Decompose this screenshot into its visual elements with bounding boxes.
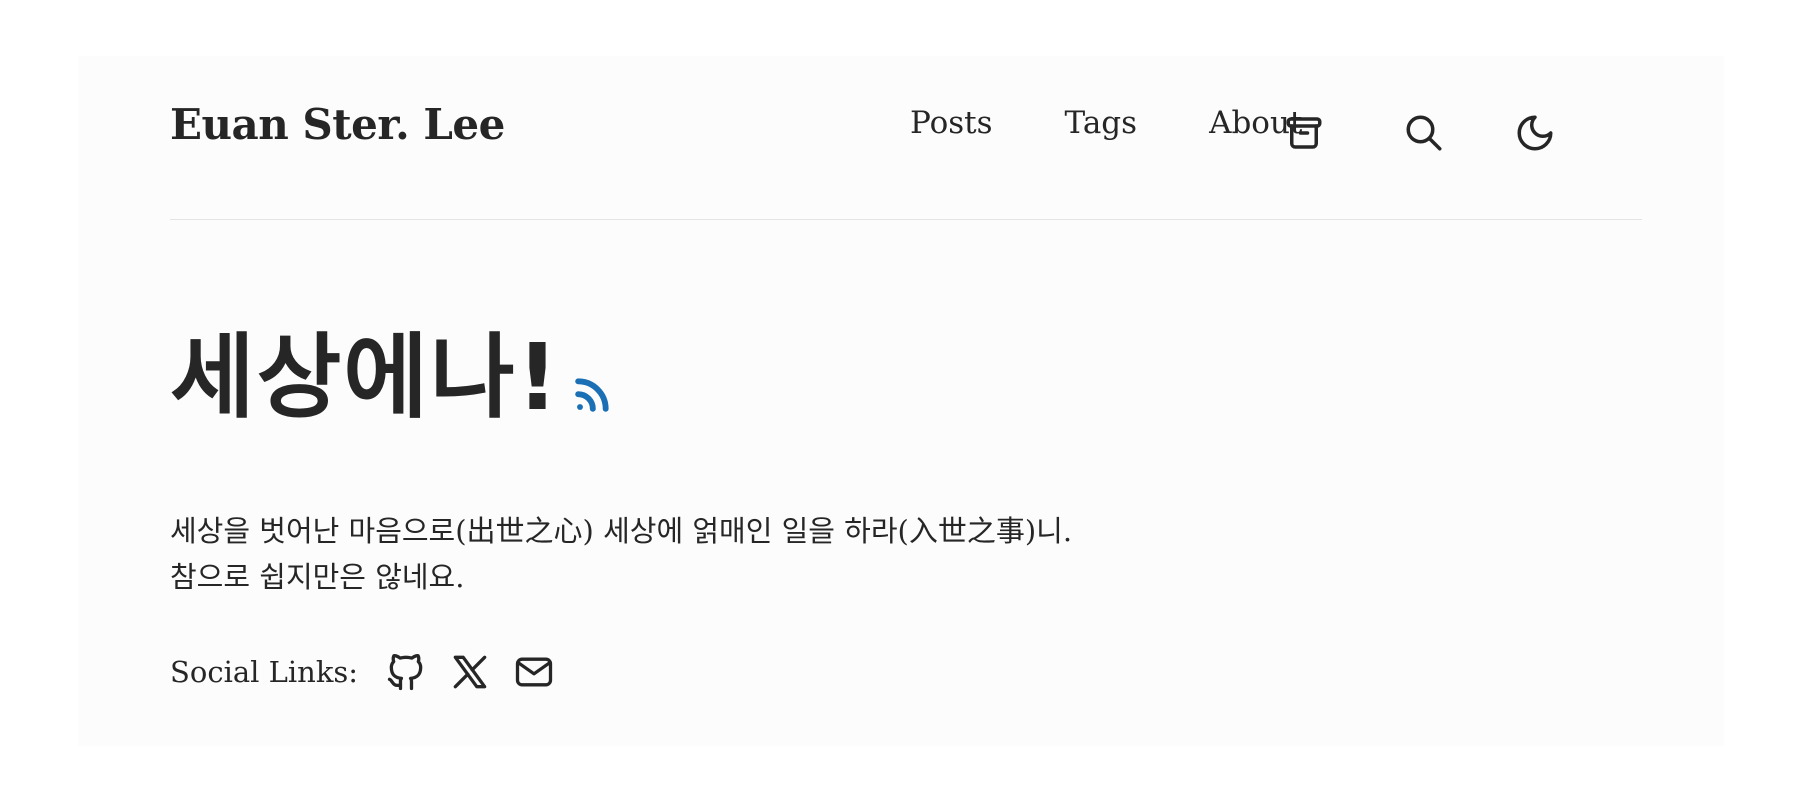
rss-icon[interactable] <box>569 374 613 418</box>
site-title-link[interactable]: Euan Ster. Lee <box>170 104 505 146</box>
site-header: Euan Ster. Lee Posts Tags About <box>170 56 1642 220</box>
mail-icon[interactable] <box>512 650 556 694</box>
nav-posts-link[interactable]: Posts <box>910 108 993 139</box>
archive-icon[interactable] <box>1283 112 1325 154</box>
bio-text: 세상을 벗어난 마음으로(出世之心) 세상에 얽매인 일을 하라(入世之事)니.… <box>170 508 1072 600</box>
bio-line-1: 세상을 벗어난 마음으로(出世之心) 세상에 얽매인 일을 하라(入世之事)니. <box>170 514 1073 548</box>
x-icon[interactable] <box>448 650 492 694</box>
nav-tags-link[interactable]: Tags <box>1065 108 1138 139</box>
hero-title: 세상에나! <box>170 324 561 431</box>
bio-line-2: 참으로 쉽지만은 않네요. <box>170 560 465 594</box>
page-container: Euan Ster. Lee Posts Tags About 세상에나! 세상… <box>78 56 1724 746</box>
main-nav: Posts Tags About <box>910 108 1302 139</box>
social-links: Social Links: <box>170 650 576 694</box>
hero-heading: 세상에나! <box>170 332 613 424</box>
social-links-label: Social Links: <box>170 655 359 689</box>
search-icon[interactable] <box>1403 112 1445 154</box>
github-icon[interactable] <box>384 650 428 694</box>
moon-icon[interactable] <box>1514 112 1556 154</box>
